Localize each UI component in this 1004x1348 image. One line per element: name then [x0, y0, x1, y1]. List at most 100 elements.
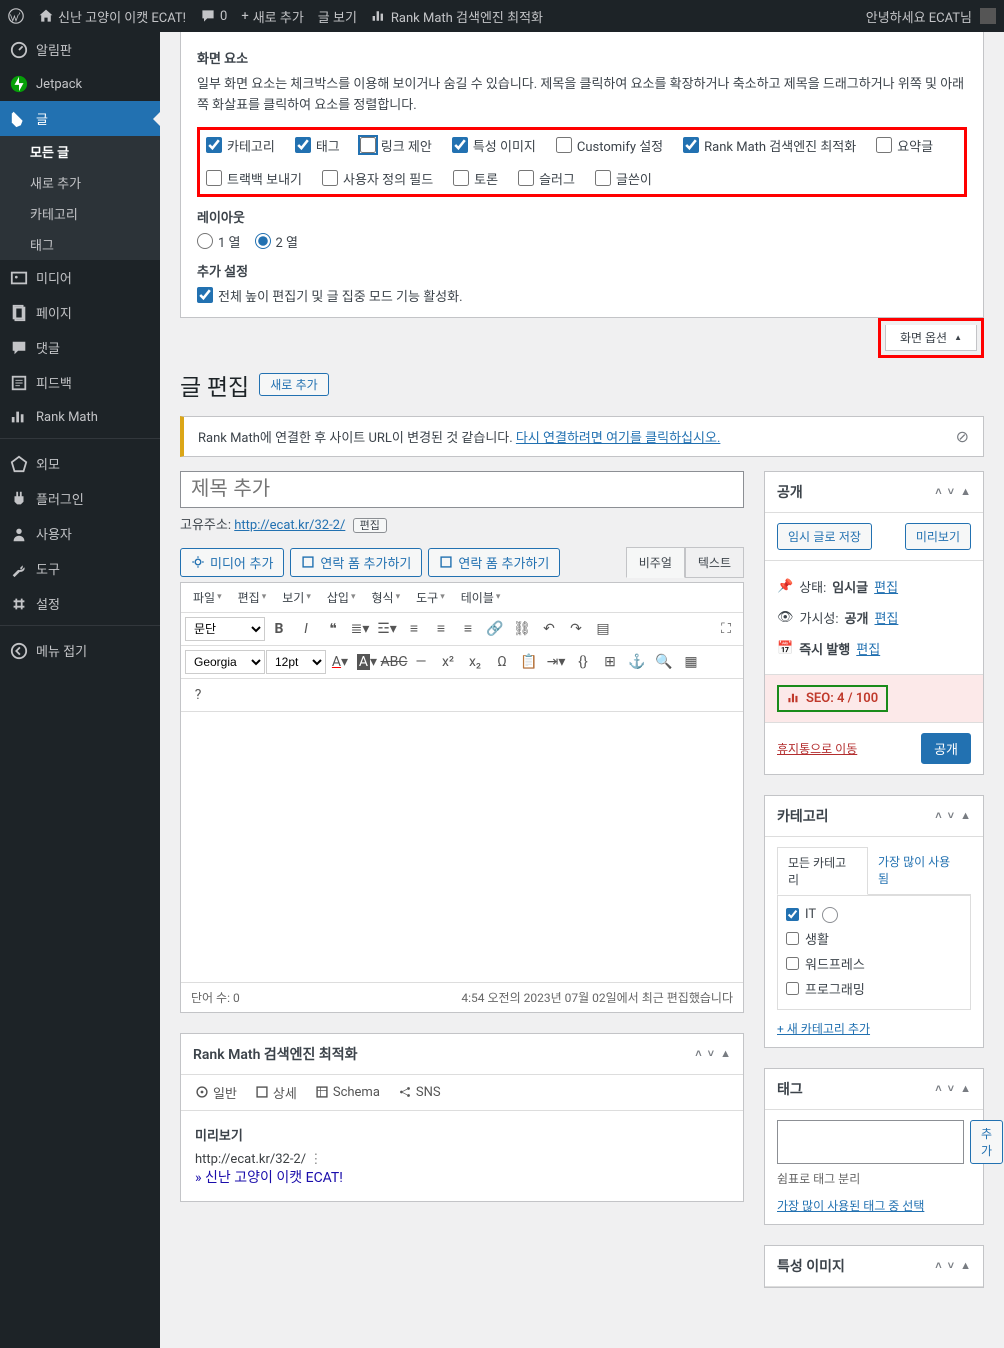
menu-view[interactable]: 보기▾ — [274, 585, 319, 610]
cb-trackback[interactable]: 트랙백 보내기 — [206, 169, 302, 188]
menu-tools[interactable]: 도구 — [0, 551, 160, 586]
hr-icon[interactable]: — — [408, 649, 434, 675]
menu-file[interactable]: 파일▾ — [185, 585, 230, 610]
italic-icon[interactable]: I — [293, 616, 319, 642]
help-icon[interactable]: ? — [185, 682, 211, 708]
charmap-icon[interactable]: Ω — [489, 649, 515, 675]
box-toggle-icon[interactable]: ▲ — [960, 485, 971, 498]
cb-category[interactable]: 카테고리 — [206, 136, 275, 155]
post-title-input[interactable] — [180, 471, 744, 508]
permalink-edit-button[interactable]: 편집 — [353, 518, 387, 533]
cat-it[interactable]: IT — [786, 904, 962, 926]
permalink-link[interactable]: http://ecat.kr/32-2/ — [234, 518, 345, 533]
editor-tab-text[interactable]: 텍스트 — [685, 547, 744, 578]
anchor-icon[interactable]: ⚓ — [624, 649, 650, 675]
menu-settings[interactable]: 설정 — [0, 586, 160, 621]
align-right-icon[interactable]: ≡ — [455, 616, 481, 642]
blockquote-icon[interactable]: ❝ — [320, 616, 346, 642]
menu-appearance[interactable]: 외모 — [0, 446, 160, 481]
submenu-categories[interactable]: 카테고리 — [0, 198, 160, 229]
toolbar-toggle-icon[interactable]: ▦ — [678, 649, 704, 675]
box-up-icon[interactable]: ˄ — [695, 1047, 701, 1060]
cb-rankmath[interactable]: Rank Math 검색엔진 최적화 — [683, 136, 856, 155]
rm-tab-general[interactable]: 일반 — [195, 1083, 237, 1102]
cb-customify[interactable]: Customify 설정 — [556, 136, 663, 155]
add-new-post-button[interactable]: 새로 추가 — [259, 373, 329, 396]
add-category-link[interactable]: + 새 카테고리 추가 — [777, 1020, 971, 1037]
box-up-icon[interactable]: ˄ — [935, 485, 941, 498]
add-media-button[interactable]: 미디어 추가 — [180, 548, 284, 577]
box-down-icon[interactable]: ˅ — [948, 1259, 954, 1272]
cat-programming[interactable]: 프로그래밍 — [786, 976, 962, 1001]
menu-posts[interactable]: 글 — [0, 101, 160, 136]
bgcolor-icon[interactable]: A▾ — [354, 649, 380, 675]
bold-icon[interactable]: B — [266, 616, 292, 642]
menu-rankmath[interactable]: Rank Math — [0, 400, 160, 434]
preview-button[interactable]: 미리보기 — [905, 523, 971, 550]
screen-options-tab[interactable]: 화면 옵션 — [885, 325, 977, 351]
rm-tab-sns[interactable]: SNS — [398, 1083, 441, 1102]
cb-custom-fields[interactable]: 사용자 정의 필드 — [322, 169, 433, 188]
submenu-all-posts[interactable]: 모든 글 — [0, 136, 160, 167]
fullscreen-icon[interactable]: ⛶ — [713, 616, 739, 642]
bullet-list-icon[interactable]: ≣▾ — [347, 616, 373, 642]
tag-input[interactable] — [777, 1120, 964, 1164]
link-icon[interactable]: 🔗 — [482, 616, 508, 642]
unlink-icon[interactable]: ⛓ — [509, 616, 535, 642]
radio-2col[interactable]: 2 열 — [255, 232, 299, 251]
indent-icon[interactable]: ⇥▾ — [543, 649, 569, 675]
menu-table[interactable]: 테이블▾ — [453, 585, 509, 610]
add-contact-form-button-1[interactable]: 연락 폼 추가하기 — [290, 548, 422, 577]
box-toggle-icon[interactable]: ▲ — [720, 1047, 731, 1060]
view-post-link[interactable]: 글 보기 — [318, 7, 357, 26]
fontsize-select[interactable]: 12pt — [266, 650, 326, 674]
paste-icon[interactable]: 📋 — [516, 649, 542, 675]
cat-wordpress[interactable]: 워드프레스 — [786, 951, 962, 976]
box-up-icon[interactable]: ˄ — [935, 1082, 941, 1095]
menu-collapse[interactable]: 메뉴 접기 — [0, 633, 160, 668]
submenu-add-new[interactable]: 새로 추가 — [0, 167, 160, 198]
format-select[interactable]: 문단 — [185, 617, 265, 641]
align-left-icon[interactable]: ≡ — [401, 616, 427, 642]
save-draft-button[interactable]: 임시 글로 저장 — [777, 523, 872, 550]
move-to-trash-link[interactable]: 휴지통으로 이동 — [777, 740, 857, 757]
menu-media[interactable]: 미디어 — [0, 260, 160, 295]
menu-pages[interactable]: 페이지 — [0, 295, 160, 330]
rm-tab-advanced[interactable]: 상세 — [255, 1083, 297, 1102]
number-list-icon[interactable]: ☲▾ — [374, 616, 400, 642]
box-toggle-icon[interactable]: ▲ — [960, 1259, 971, 1272]
menu-users[interactable]: 사용자 — [0, 516, 160, 551]
new-content-link[interactable]: + 새로 추가 — [241, 7, 303, 26]
cb-discussion[interactable]: 토론 — [453, 169, 498, 188]
seo-score-badge[interactable]: SEO: 4 / 100 — [777, 685, 888, 712]
schedule-edit-link[interactable]: 편집 — [856, 639, 880, 658]
box-down-icon[interactable]: ˅ — [948, 1082, 954, 1095]
publish-button[interactable]: 공개 — [921, 733, 971, 764]
menu-plugins[interactable]: 플러그인 — [0, 481, 160, 516]
superscript-icon[interactable]: x² — [435, 649, 461, 675]
menu-format[interactable]: 형식▾ — [364, 585, 409, 610]
cb-link-suggest[interactable]: 링크 제안 — [360, 136, 432, 155]
cb-tag[interactable]: 태그 — [295, 136, 340, 155]
primary-cat-radio[interactable] — [822, 907, 838, 923]
box-toggle-icon[interactable]: ▲ — [960, 809, 971, 822]
popular-tags-link[interactable]: 가장 많이 사용된 태그 중 선택 — [777, 1197, 971, 1214]
editor-tab-visual[interactable]: 비주얼 — [626, 547, 685, 578]
box-down-icon[interactable]: ˅ — [948, 809, 954, 822]
site-name-link[interactable]: 신난 고양이 이캣 ECAT! — [38, 7, 186, 26]
box-toggle-icon[interactable]: ▲ — [960, 1082, 971, 1095]
add-tag-button[interactable]: 추가 — [970, 1120, 1003, 1164]
wp-logo[interactable] — [8, 8, 24, 24]
cat-tab-most-used[interactable]: 가장 많이 사용됨 — [868, 847, 971, 894]
rankmath-reconnect-link[interactable]: 다시 연결하려면 여기를 클릭하십시오. — [516, 431, 720, 446]
menu-feedback[interactable]: 피드백 — [0, 365, 160, 400]
redo-icon[interactable]: ↷ — [563, 616, 589, 642]
submenu-tags[interactable]: 태그 — [0, 229, 160, 260]
editor-body[interactable] — [181, 712, 743, 982]
comments-link[interactable]: 0 — [200, 8, 227, 24]
box-up-icon[interactable]: ˄ — [935, 809, 941, 822]
align-center-icon[interactable]: ≡ — [428, 616, 454, 642]
my-account[interactable]: 안녕하세요 ECAT님 — [866, 7, 996, 26]
add-contact-form-button-2[interactable]: 연락 폼 추가하기 — [428, 548, 560, 577]
menu-comments[interactable]: 댓글 — [0, 330, 160, 365]
